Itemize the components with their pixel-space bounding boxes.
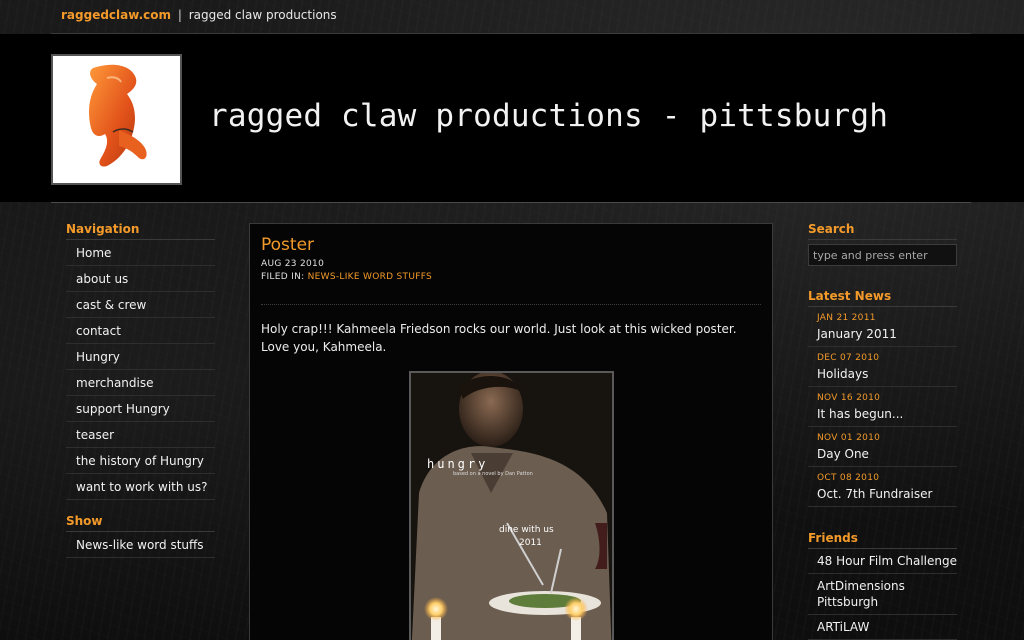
site-tagline: ragged claw productions (188, 8, 337, 22)
news-item[interactable]: DEC 07 2010 Holidays (808, 347, 957, 387)
nav-link[interactable]: teaser (76, 428, 114, 442)
show-link[interactable]: News-like word stuffs (76, 538, 204, 552)
nav-link[interactable]: merchandise (76, 376, 154, 390)
post-divider (261, 304, 761, 305)
post-date: AUG 23 2010 (261, 259, 325, 269)
site-title: ragged claw productions - pittsburgh (209, 98, 889, 134)
right-sidebar: Search Latest News JAN 21 2011 January 2… (808, 222, 957, 640)
nav-link[interactable]: contact (76, 324, 121, 338)
filed-in-label: FILED IN: (261, 272, 305, 282)
news-link[interactable]: Oct. 7th Fundraiser (817, 487, 932, 501)
post-category-line: FILED IN: NEWS-LIKE WORD STUFFS (261, 272, 432, 282)
news-link[interactable]: Holidays (817, 367, 868, 381)
navigation-list: Home about us cast & crew contact Hungry… (66, 240, 215, 500)
top-bar: raggedclaw.com | ragged claw productions (61, 8, 337, 22)
nav-item-merchandise[interactable]: merchandise (66, 370, 215, 396)
news-link[interactable]: Day One (817, 447, 869, 461)
news-item[interactable]: NOV 16 2010 It has begun... (808, 387, 957, 427)
poster-subtitle: based on a novel by Dan Patton (453, 471, 533, 477)
news-item[interactable]: OCT 08 2010 Oct. 7th Fundraiser (808, 467, 957, 507)
nav-item-about-us[interactable]: about us (66, 266, 215, 292)
nav-link[interactable]: Home (76, 246, 111, 260)
nav-item-support-hungry[interactable]: support Hungry (66, 396, 215, 422)
lobster-claw-icon (89, 64, 147, 167)
nav-link[interactable]: cast & crew (76, 298, 146, 312)
site-home-link[interactable]: raggedclaw.com (61, 8, 171, 22)
nav-item-hungry[interactable]: Hungry (66, 344, 215, 370)
post-container: Poster AUG 23 2010 FILED IN: NEWS-LIKE W… (249, 223, 773, 640)
search-heading: Search (808, 222, 957, 240)
nav-item-contact[interactable]: contact (66, 318, 215, 344)
news-date: JAN 21 2011 (817, 313, 876, 323)
nav-item-home[interactable]: Home (66, 240, 215, 266)
navigation-heading: Navigation (66, 222, 215, 240)
site-header: ragged claw productions - pittsburgh (0, 34, 1024, 202)
nav-item-history-of-hungry[interactable]: the history of Hungry (66, 448, 215, 474)
poster-title: hungry (427, 457, 489, 471)
left-sidebar: Navigation Home about us cast & crew con… (66, 222, 215, 558)
show-heading: Show (66, 514, 215, 532)
news-date: NOV 16 2010 (817, 393, 881, 403)
news-date: OCT 08 2010 (817, 473, 880, 483)
nav-item-teaser[interactable]: teaser (66, 422, 215, 448)
news-item[interactable]: NOV 01 2010 Day One (808, 427, 957, 467)
nav-link[interactable]: Hungry (76, 350, 120, 364)
site-logo[interactable] (51, 54, 182, 185)
search-input[interactable] (808, 244, 957, 266)
poster-year: 2011 (519, 538, 542, 548)
poster-image: hungry based on a novel by Dan Patton di… (409, 371, 614, 640)
news-item[interactable]: JAN 21 2011 January 2011 (808, 307, 957, 347)
show-list: News-like word stuffs (66, 532, 215, 558)
latest-news-heading: Latest News (808, 289, 957, 307)
post-title[interactable]: Poster (261, 235, 314, 255)
friend-item[interactable]: ArtDimensions Pittsburgh (808, 574, 957, 615)
show-item-news[interactable]: News-like word stuffs (66, 532, 215, 558)
nav-item-cast-crew[interactable]: cast & crew (66, 292, 215, 318)
nav-item-work-with-us[interactable]: want to work with us? (66, 474, 215, 500)
latest-news-list: JAN 21 2011 January 2011 DEC 07 2010 Hol… (808, 307, 957, 507)
topbar-separator: | (177, 8, 182, 22)
nav-link[interactable]: support Hungry (76, 402, 170, 416)
poster-illustration (411, 373, 612, 640)
friend-link[interactable]: ArtDimensions Pittsburgh (817, 579, 905, 609)
news-date: NOV 01 2010 (817, 433, 881, 443)
post-category-link[interactable]: NEWS-LIKE WORD STUFFS (308, 272, 432, 282)
friend-item[interactable]: ARTiLAW (808, 615, 957, 640)
news-link[interactable]: It has begun... (817, 407, 903, 421)
poster-tagline: dine with us (499, 525, 554, 535)
friends-list: 48 Hour Film Challenge ArtDimensions Pit… (808, 549, 957, 640)
nav-link[interactable]: the history of Hungry (76, 454, 204, 468)
news-date: DEC 07 2010 (817, 353, 880, 363)
post-body: Holy crap!!! Kahmeela Friedson rocks our… (261, 322, 737, 354)
nav-link[interactable]: want to work with us? (76, 480, 208, 494)
friend-item[interactable]: 48 Hour Film Challenge (808, 549, 957, 574)
header-divider (51, 202, 971, 203)
news-link[interactable]: January 2011 (817, 327, 897, 341)
nav-link[interactable]: about us (76, 272, 128, 286)
friend-link[interactable]: ARTiLAW (817, 620, 869, 634)
friend-link[interactable]: 48 Hour Film Challenge (817, 554, 957, 568)
friends-heading: Friends (808, 531, 957, 549)
